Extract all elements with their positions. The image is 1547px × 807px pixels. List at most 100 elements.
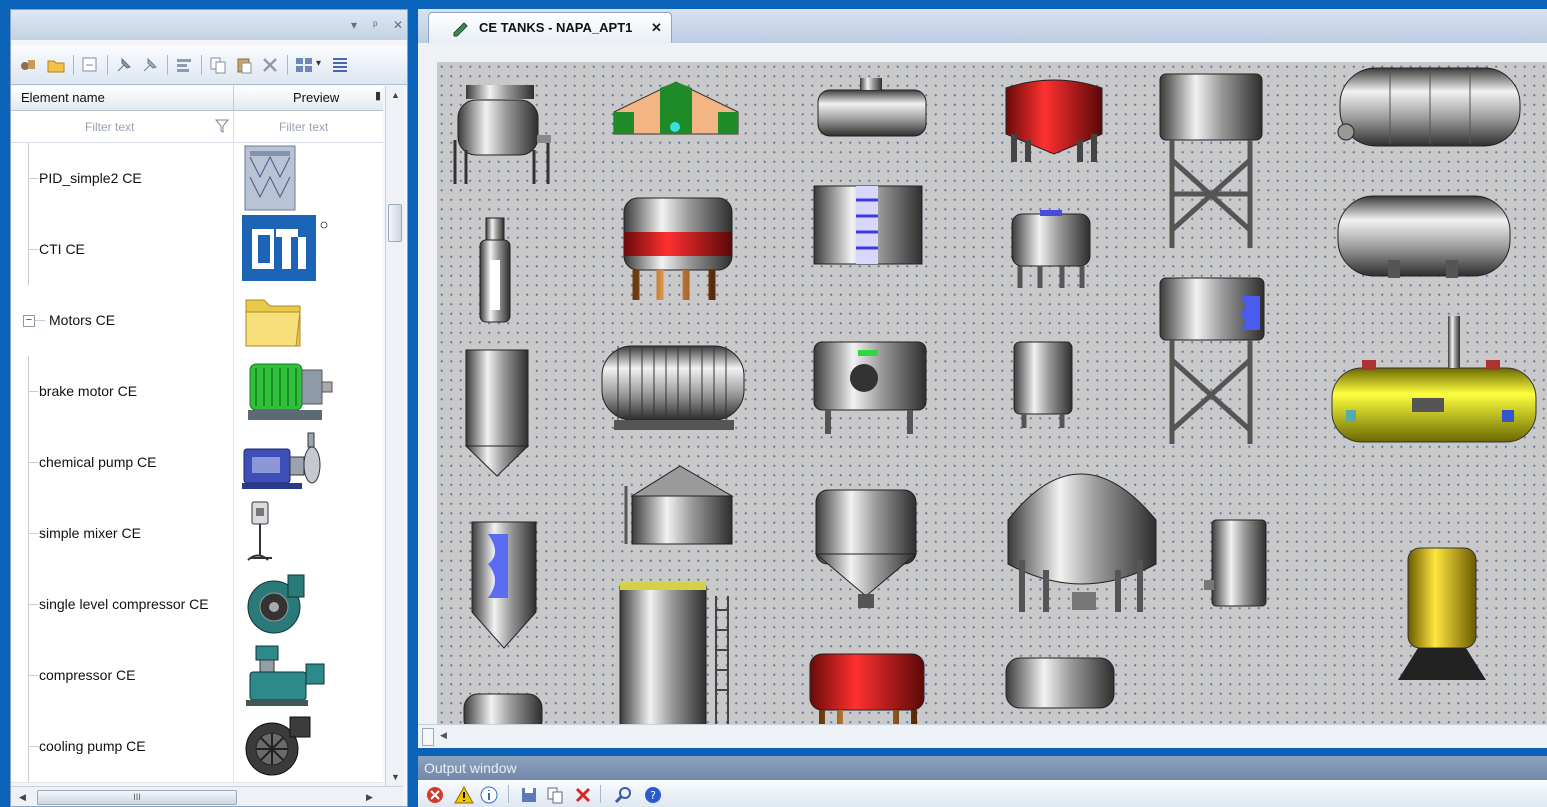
- horizontal-scroll-thumb[interactable]: III: [37, 790, 237, 805]
- list-item[interactable]: brake motor CE: [11, 356, 383, 428]
- list-item-label: chemical pump CE: [39, 454, 157, 470]
- list-item[interactable]: CTI CE: [11, 214, 383, 286]
- library-vertical-scrollbar[interactable]: ▲ ▼: [385, 86, 404, 786]
- ibc-tote-tank: [813, 185, 923, 265]
- open-element-icon[interactable]: [19, 56, 37, 74]
- preview-filter-input[interactable]: Filter text: [279, 120, 328, 134]
- open-folder-icon[interactable]: [47, 56, 65, 74]
- list-item[interactable]: compressor CE: [11, 640, 383, 712]
- mixer-tank-green: [813, 341, 927, 434]
- copy-icon[interactable]: [209, 56, 227, 74]
- pin-icon[interactable]: [115, 56, 133, 74]
- elevated-water-tower: [1159, 73, 1263, 248]
- info-icon[interactable]: [480, 786, 498, 804]
- list-item[interactable]: single level compressor CE: [11, 569, 383, 641]
- sight-glass-vessel: [471, 521, 537, 649]
- tab-title: CE TANKS - NAPA_APT1: [479, 20, 633, 35]
- list-item-folder[interactable]: − Motors CE: [11, 285, 383, 357]
- hopper-silo: [814, 489, 918, 608]
- gas-cylinder: [479, 217, 511, 323]
- flat-tank: [1005, 657, 1115, 709]
- tank-symbols: [453, 67, 1537, 724]
- properties-icon[interactable]: [175, 56, 193, 74]
- yellow-vertical-tank: [1398, 547, 1486, 680]
- water-tower-blue-level: [1159, 277, 1265, 444]
- svg-text:?: ?: [650, 789, 656, 802]
- list-item-label: PID_simple2 CE: [39, 170, 142, 186]
- small-cylinder-tank: [1204, 519, 1267, 607]
- clear-icon[interactable]: [574, 786, 592, 804]
- blue-level-reactor: [1011, 210, 1091, 288]
- list-item-label: CTI CE: [39, 241, 85, 257]
- canvas-horizontal-scrollbar[interactable]: ◀: [418, 724, 1547, 747]
- column-header-element-name[interactable]: Element name: [21, 90, 105, 105]
- list-item-label: simple mixer CE: [39, 525, 141, 541]
- small-vertical-tank: [1013, 341, 1073, 428]
- conical-bottom-vessel: [464, 349, 530, 477]
- cti-logo-thumbnail: [242, 215, 328, 281]
- chemical-pump-thumbnail: [242, 432, 321, 489]
- panel-title-bar: ▾ ᵖ ✕: [11, 10, 407, 40]
- yellow-horizontal-tank: [1331, 316, 1537, 443]
- name-filter-input[interactable]: Filter text: [85, 120, 134, 134]
- unpin-icon[interactable]: [141, 56, 159, 74]
- jacketed-reactor-tank: [453, 85, 551, 184]
- help-icon[interactable]: ?: [644, 786, 662, 804]
- filter-row: Filter text Filter text: [11, 111, 383, 143]
- finned-heat-exchanger: [601, 345, 745, 430]
- compressor-thumbnail: [246, 645, 325, 706]
- filter-funnel-icon[interactable]: [215, 119, 229, 133]
- pid-diagram-thumbnail: [244, 145, 296, 211]
- find-icon[interactable]: [614, 786, 632, 804]
- mixer-thumbnail: [247, 501, 272, 561]
- grain-silo: [624, 465, 734, 545]
- list-item[interactable]: cooling pump CE: [11, 711, 383, 783]
- panel-pin-button[interactable]: ᵖ: [373, 18, 378, 32]
- column-header-preview[interactable]: Preview: [293, 90, 339, 105]
- panel-menu-dropdown-button[interactable]: ▾: [351, 18, 357, 32]
- folder-icon: [245, 299, 301, 347]
- red-storage-tank: [1005, 79, 1103, 162]
- panel-close-button[interactable]: ✕: [393, 18, 403, 32]
- warning-icon[interactable]: [454, 786, 474, 804]
- list-item-label: cooling pump CE: [39, 738, 146, 754]
- horizontal-tank-legs: [1337, 195, 1511, 278]
- compressor-thumbnail: [247, 574, 305, 634]
- partial-tank: [463, 693, 543, 724]
- horizontal-tank-large: [1337, 67, 1521, 147]
- vertical-scroll-thumb[interactable]: [388, 204, 402, 242]
- tall-ladder-tank: [619, 582, 729, 724]
- library-toolbar: ▾: [11, 46, 407, 85]
- diagram-document-icon: [453, 22, 468, 37]
- error-icon[interactable]: [426, 786, 444, 804]
- red-banded-reactor: [623, 197, 733, 300]
- list-item-label: brake motor CE: [39, 383, 138, 399]
- output-window-header: Output window: [418, 756, 1547, 780]
- conical-silo-green: [613, 81, 739, 135]
- collapse-toggle-button[interactable]: −: [23, 315, 35, 327]
- list-item[interactable]: chemical pump CE: [11, 427, 383, 499]
- copy-icon[interactable]: [546, 786, 564, 804]
- save-icon[interactable]: [520, 786, 538, 804]
- column-header-row: Element name Preview ▮: [11, 86, 383, 111]
- columns-icon[interactable]: [331, 56, 349, 74]
- new-element-icon[interactable]: [81, 56, 99, 74]
- element-library-panel: ▾ ᵖ ✕ ▾ Element name Preview ▮ Filter te…: [10, 9, 408, 807]
- dome-reactor: [1007, 473, 1157, 612]
- list-item-label: single level compressor CE: [39, 596, 209, 612]
- red-banded-drum: [809, 653, 925, 724]
- library-horizontal-scrollbar[interactable]: ◀ III ▶: [11, 786, 403, 806]
- list-item[interactable]: PID_simple2 CE: [11, 143, 383, 215]
- list-item-label: compressor CE: [39, 667, 136, 683]
- paste-icon[interactable]: [235, 56, 253, 74]
- view-mode-icon[interactable]: [295, 56, 313, 74]
- tab-ce-tanks[interactable]: CE TANKS - NAPA_APT1 ✕: [428, 12, 672, 43]
- output-window-toolbar: ?: [418, 780, 1547, 807]
- list-item-label: Motors CE: [49, 312, 116, 328]
- list-item[interactable]: simple mixer CE: [11, 498, 383, 570]
- cooling-pump-thumbnail: [245, 716, 311, 776]
- delete-icon[interactable]: [261, 56, 279, 74]
- diagram-canvas[interactable]: [437, 62, 1547, 724]
- tab-close-button[interactable]: ✕: [651, 20, 662, 36]
- horizontal-tank-small: [817, 78, 927, 137]
